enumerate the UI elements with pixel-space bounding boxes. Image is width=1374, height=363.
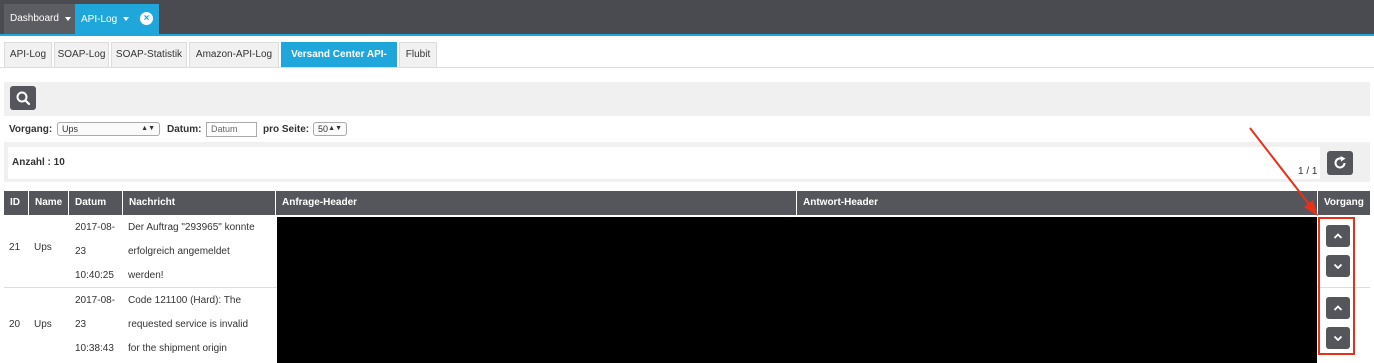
cell-nachricht-line: Der Auftrag "293965" konnte [128, 222, 255, 233]
cell-name: Ups [34, 242, 52, 253]
result-count: Anzahl : 10 [12, 157, 65, 168]
subtab-api-log[interactable]: API-Log [4, 42, 52, 67]
datum-input[interactable]: Datum [206, 122, 257, 137]
tab-api-log-label: API-Log [81, 13, 118, 25]
cell-name: Ups [34, 319, 52, 330]
col-header-nachricht[interactable]: Nachricht [123, 191, 276, 215]
cell-datum-line: 10:38:43 [75, 343, 114, 354]
cell-datum-line: 2017-08- [75, 295, 116, 306]
subtab-bar: API-Log SOAP-Log SOAP-Statistik Amazon-A… [0, 42, 1374, 84]
tab-dashboard[interactable]: Dashboard [4, 4, 77, 34]
refresh-button[interactable] [1327, 151, 1353, 175]
cell-datum-line: 10:40:25 [75, 270, 114, 281]
vorgang-select[interactable]: Ups ▲▼ [57, 122, 160, 136]
subtab-soap-statistik[interactable]: SOAP-Statistik [111, 42, 187, 67]
top-navigation-bar: Dashboard API-Log × [0, 0, 1374, 36]
col-header-vorgang[interactable]: Vorgang [1318, 191, 1370, 215]
cell-datum-line: 23 [75, 246, 87, 257]
col-header-anfrage[interactable]: Anfrage-Header [276, 191, 797, 215]
cell-nachricht: Der Auftrag "293965" konnte erfolgreich … [123, 216, 255, 288]
cell-datum-line: 23 [75, 319, 87, 330]
redacted-headers-area [277, 217, 1317, 363]
search-icon [16, 91, 31, 106]
select-arrows-icon: ▲▼ [141, 125, 155, 132]
col-header-antwort[interactable]: Antwort-Header [797, 191, 1318, 215]
proseite-label: pro Seite: [263, 124, 310, 135]
cell-datum: 2017-08- 23 10:40:25 [70, 216, 115, 288]
page-indicator: 1 / 1 [1298, 166, 1318, 177]
select-arrows-icon: ▲▼ [328, 125, 342, 132]
tab-dashboard-label: Dashboard [10, 13, 59, 24]
vorgang-select-value: Ups [62, 124, 79, 134]
subtab-amazon-api-log[interactable]: Amazon-API-Log [189, 42, 279, 67]
cell-datum-line: 2017-08- [75, 222, 116, 233]
table-header: ID Name Datum Nachricht Anfrage-Header A… [4, 191, 1370, 215]
cell-datum: 2017-08- 23 10:38:43 [70, 289, 115, 361]
col-header-datum[interactable]: Datum [69, 191, 123, 215]
cell-nachricht-line: werden! [128, 270, 164, 281]
annotation-highlight-box [1318, 217, 1355, 355]
datum-label: Datum: [167, 124, 202, 135]
caret-down-icon [64, 17, 71, 21]
cell-nachricht: Code 121100 (Hard): The requested servic… [123, 289, 248, 361]
proseite-select-value: 50 [318, 124, 329, 134]
col-header-id[interactable]: ID [4, 191, 29, 215]
cell-nachricht-line: requested service is invalid [128, 319, 249, 330]
vorgang-label: Vorgang: [9, 124, 53, 135]
cell-nachricht-line: erfolgreich angemeldet [128, 246, 230, 257]
cell-id: 20 [9, 319, 21, 330]
accent-divider [0, 34, 1374, 36]
proseite-select[interactable]: 50 ▲▼ [313, 122, 347, 136]
cell-id: 21 [9, 242, 21, 253]
cell-nachricht-line: Code 121100 (Hard): The [128, 295, 242, 306]
refresh-icon [1334, 156, 1346, 169]
subtab-soap-log[interactable]: SOAP-Log [54, 42, 109, 67]
count-inner-panel [8, 147, 1320, 179]
subtab-flubit[interactable]: Flubit [399, 42, 437, 67]
col-header-name[interactable]: Name [29, 191, 69, 215]
search-panel [4, 82, 1370, 116]
subtab-versand-center-api-log[interactable]: Versand Center API-Log [281, 42, 397, 84]
caret-down-icon [123, 17, 130, 21]
close-tab-icon[interactable]: × [140, 12, 153, 25]
search-button[interactable] [10, 86, 36, 110]
cell-nachricht-line: for the shipment origin [128, 343, 227, 354]
